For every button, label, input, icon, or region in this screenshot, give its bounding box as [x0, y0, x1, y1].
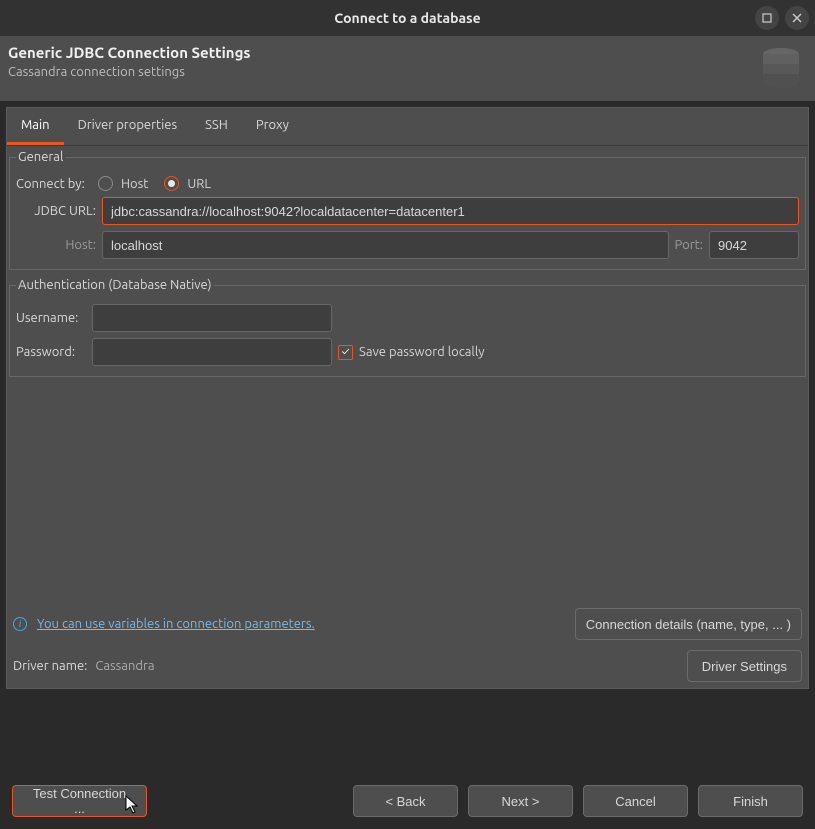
connect-by-label: Connect by:	[16, 177, 92, 191]
general-group: General Connect by: Host URL JDBC URL: H…	[9, 150, 806, 270]
info-icon: i	[13, 617, 27, 631]
driver-settings-button[interactable]: Driver Settings	[687, 650, 802, 682]
footer: Test Connection ... < Back Next > Cancel…	[0, 773, 815, 829]
jdbc-url-input[interactable]	[102, 197, 799, 225]
database-icon	[757, 44, 805, 95]
driver-name-label: Driver name:	[13, 659, 87, 673]
titlebar: Connect to a database	[0, 0, 815, 36]
tabs: Main Driver properties SSH Proxy	[7, 108, 808, 146]
next-button[interactable]: Next >	[468, 785, 573, 817]
dialog-header: Generic JDBC Connection Settings Cassand…	[0, 36, 815, 101]
settings-panel: Main Driver properties SSH Proxy General…	[6, 107, 809, 689]
close-button[interactable]	[785, 6, 809, 30]
tab-main[interactable]: Main	[7, 108, 64, 145]
save-password-checkbox[interactable]: ✓	[338, 345, 353, 360]
back-button[interactable]: < Back	[353, 785, 458, 817]
radio-host-label: Host	[121, 177, 148, 191]
header-title: Generic JDBC Connection Settings	[8, 44, 251, 61]
variables-link[interactable]: You can use variables in connection para…	[37, 617, 315, 631]
maximize-button[interactable]	[755, 6, 779, 30]
window-title: Connect to a database	[334, 10, 480, 26]
username-label: Username:	[16, 311, 86, 325]
password-label: Password:	[16, 345, 86, 359]
tab-proxy[interactable]: Proxy	[242, 108, 303, 145]
auth-group: Authentication (Database Native) Usernam…	[9, 278, 806, 377]
radio-url[interactable]	[164, 176, 179, 191]
password-input[interactable]	[92, 338, 332, 366]
tab-driver-properties[interactable]: Driver properties	[64, 108, 192, 145]
tab-ssh[interactable]: SSH	[191, 108, 242, 145]
jdbc-url-label: JDBC URL:	[16, 204, 96, 218]
radio-url-label: URL	[187, 177, 211, 191]
test-connection-button[interactable]: Test Connection ...	[12, 785, 147, 817]
port-input[interactable]	[709, 231, 799, 259]
radio-host[interactable]	[98, 176, 113, 191]
save-password-label: Save password locally	[359, 345, 484, 359]
username-input[interactable]	[92, 304, 332, 332]
port-label: Port:	[675, 238, 703, 252]
general-legend: General	[16, 150, 65, 164]
connection-details-button[interactable]: Connection details (name, type, ... )	[575, 608, 802, 640]
header-subtitle: Cassandra connection settings	[8, 65, 251, 79]
host-label: Host:	[16, 238, 96, 252]
auth-legend: Authentication (Database Native)	[16, 278, 214, 292]
finish-button[interactable]: Finish	[698, 785, 803, 817]
cancel-button[interactable]: Cancel	[583, 785, 688, 817]
host-input[interactable]	[102, 231, 669, 259]
driver-name-value: Cassandra	[95, 659, 154, 673]
